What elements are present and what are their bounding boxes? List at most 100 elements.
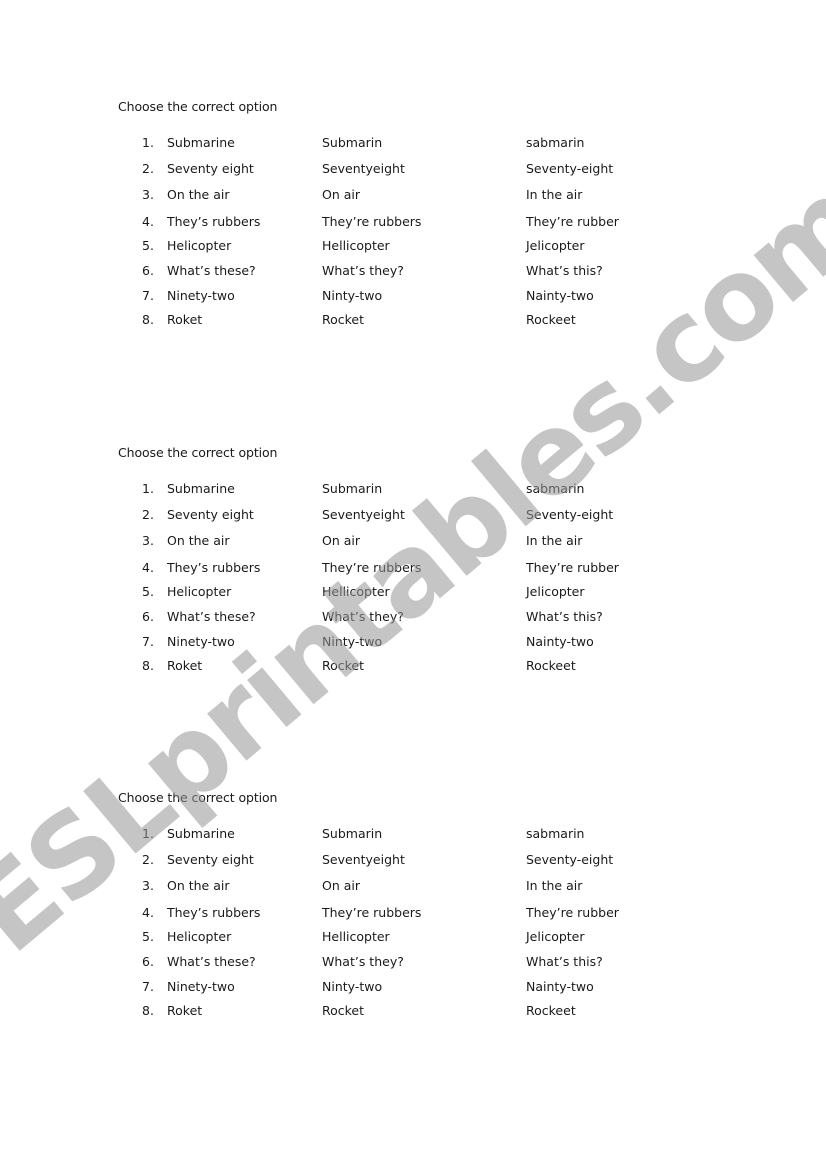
- question-row: 2. Seventy eight Seventyeight Seventy-eight: [0, 507, 826, 525]
- answer-option-3: Nainty-two: [526, 634, 594, 649]
- answer-option-3: They’re rubber: [526, 905, 619, 920]
- question-row: 5. Helicopter Hellicopter Jelicopter: [0, 584, 826, 602]
- answer-option-3: Jelicopter: [526, 929, 585, 944]
- answer-option-3: Jelicopter: [526, 584, 585, 599]
- question-row: 8. Roket Rocket Rockeet: [0, 1003, 826, 1021]
- question-number: 3.: [142, 533, 154, 548]
- answer-option-1: Seventy eight: [167, 507, 254, 522]
- answer-option-3: They’re rubber: [526, 560, 619, 575]
- question-number: 6.: [142, 954, 154, 969]
- question-row: 7. Ninety-two Ninty-two Nainty-two: [0, 634, 826, 652]
- answer-option-1: They’s rubbers: [167, 905, 261, 920]
- answer-option-1: Helicopter: [167, 929, 232, 944]
- answer-option-1: Helicopter: [167, 238, 232, 253]
- exercise-instruction: Choose the correct option: [118, 790, 278, 805]
- answer-option-3: In the air: [526, 878, 583, 893]
- answer-option-3: They’re rubber: [526, 214, 619, 229]
- question-row: 3. On the air On air In the air: [0, 187, 826, 205]
- question-number: 1.: [142, 135, 154, 150]
- answer-option-3: In the air: [526, 187, 583, 202]
- answer-option-1: Submarine: [167, 826, 235, 841]
- question-number: 5.: [142, 584, 154, 599]
- answer-option-1: On the air: [167, 878, 230, 893]
- question-row: 7. Ninety-two Ninty-two Nainty-two: [0, 288, 826, 306]
- question-number: 8.: [142, 312, 154, 327]
- answer-option-2: What’s they?: [322, 954, 404, 969]
- answer-option-1: What’s these?: [167, 954, 256, 969]
- question-row: 4. They’s rubbers They’re rubbers They’re r…: [0, 905, 826, 923]
- answer-option-3: Rockeet: [526, 658, 576, 673]
- answer-option-1: Helicopter: [167, 584, 232, 599]
- exercise-instruction: Choose the correct option: [118, 445, 278, 460]
- question-row: 5. Helicopter Hellicopter Jelicopter: [0, 929, 826, 947]
- question-number: 3.: [142, 878, 154, 893]
- answer-option-2: On air: [322, 878, 361, 893]
- answer-option-2: What’s they?: [322, 263, 404, 278]
- answer-option-3: What’s this?: [526, 954, 603, 969]
- answer-option-2: Rocket: [322, 658, 365, 673]
- question-number: 7.: [142, 979, 154, 994]
- answer-option-3: What’s this?: [526, 263, 603, 278]
- question-number: 5.: [142, 929, 154, 944]
- question-row: 2. Seventy eight Seventyeight Seventy-eight: [0, 161, 826, 179]
- answer-option-1: Roket: [167, 1003, 203, 1018]
- answer-option-2: Ninty-two: [322, 634, 383, 649]
- answer-option-1: Ninety-two: [167, 979, 235, 994]
- question-row: 1. Submarine Submarin sabmarin: [0, 481, 826, 499]
- answer-option-2: Rocket: [322, 312, 365, 327]
- answer-option-2: Submarin: [322, 826, 383, 841]
- answer-option-2: Ninty-two: [322, 288, 383, 303]
- answer-option-1: Roket: [167, 312, 203, 327]
- answer-option-3: sabmarin: [526, 135, 585, 150]
- answer-option-2: Hellicopter: [322, 584, 390, 599]
- answer-option-1: Ninety-two: [167, 634, 235, 649]
- question-number: 3.: [142, 187, 154, 202]
- answer-option-2: Submarin: [322, 481, 383, 496]
- answer-option-2: Seventyeight: [322, 161, 405, 176]
- answer-option-3: Seventy-eight: [526, 161, 614, 176]
- question-row: 8. Roket Rocket Rockeet: [0, 658, 826, 676]
- answer-option-3: Rockeet: [526, 312, 576, 327]
- answer-option-3: Rockeet: [526, 1003, 576, 1018]
- question-number: 2.: [142, 161, 154, 176]
- answer-option-1: Submarine: [167, 135, 235, 150]
- answer-option-2: Hellicopter: [322, 238, 390, 253]
- question-row: 8. Roket Rocket Rockeet: [0, 312, 826, 330]
- answer-option-1: Submarine: [167, 481, 235, 496]
- answer-option-3: Seventy-eight: [526, 852, 614, 867]
- answer-option-3: Nainty-two: [526, 979, 594, 994]
- answer-option-1: What’s these?: [167, 263, 256, 278]
- worksheet-page: Choose the correct option 1. Submarine Subm…: [0, 0, 826, 1169]
- answer-option-3: sabmarin: [526, 481, 585, 496]
- question-number: 6.: [142, 609, 154, 624]
- question-row: 5. Helicopter Hellicopter Jelicopter: [0, 238, 826, 256]
- answer-option-1: Seventy eight: [167, 161, 254, 176]
- question-row: 3. On the air On air In the air: [0, 878, 826, 896]
- question-row: 7. Ninety-two Ninty-two Nainty-two: [0, 979, 826, 997]
- answer-option-3: In the air: [526, 533, 583, 548]
- answer-option-2: Submarin: [322, 135, 383, 150]
- question-number: 4.: [142, 560, 154, 575]
- question-number: 2.: [142, 507, 154, 522]
- answer-option-2: They’re rubbers: [322, 905, 422, 920]
- answer-option-2: They’re rubbers: [322, 214, 422, 229]
- question-row: 1. Submarine Submarin sabmarin: [0, 135, 826, 153]
- question-row: 2. Seventy eight Seventyeight Seventy-eight: [0, 852, 826, 870]
- question-row: 6. What’s these? What’s they? What’s this?: [0, 263, 826, 281]
- answer-option-2: Rocket: [322, 1003, 365, 1018]
- answer-option-2: They’re rubbers: [322, 560, 422, 575]
- question-row: 6. What’s these? What’s they? What’s this?: [0, 954, 826, 972]
- question-number: 8.: [142, 658, 154, 673]
- answer-option-1: They’s rubbers: [167, 560, 261, 575]
- question-number: 6.: [142, 263, 154, 278]
- question-number: 5.: [142, 238, 154, 253]
- answer-option-2: Seventyeight: [322, 507, 405, 522]
- answer-option-2: On air: [322, 533, 361, 548]
- answer-option-1: On the air: [167, 187, 230, 202]
- answer-option-2: Ninty-two: [322, 979, 383, 994]
- question-number: 1.: [142, 826, 154, 841]
- answer-option-3: Nainty-two: [526, 288, 594, 303]
- question-number: 8.: [142, 1003, 154, 1018]
- question-number: 7.: [142, 634, 154, 649]
- answer-option-3: Seventy-eight: [526, 507, 614, 522]
